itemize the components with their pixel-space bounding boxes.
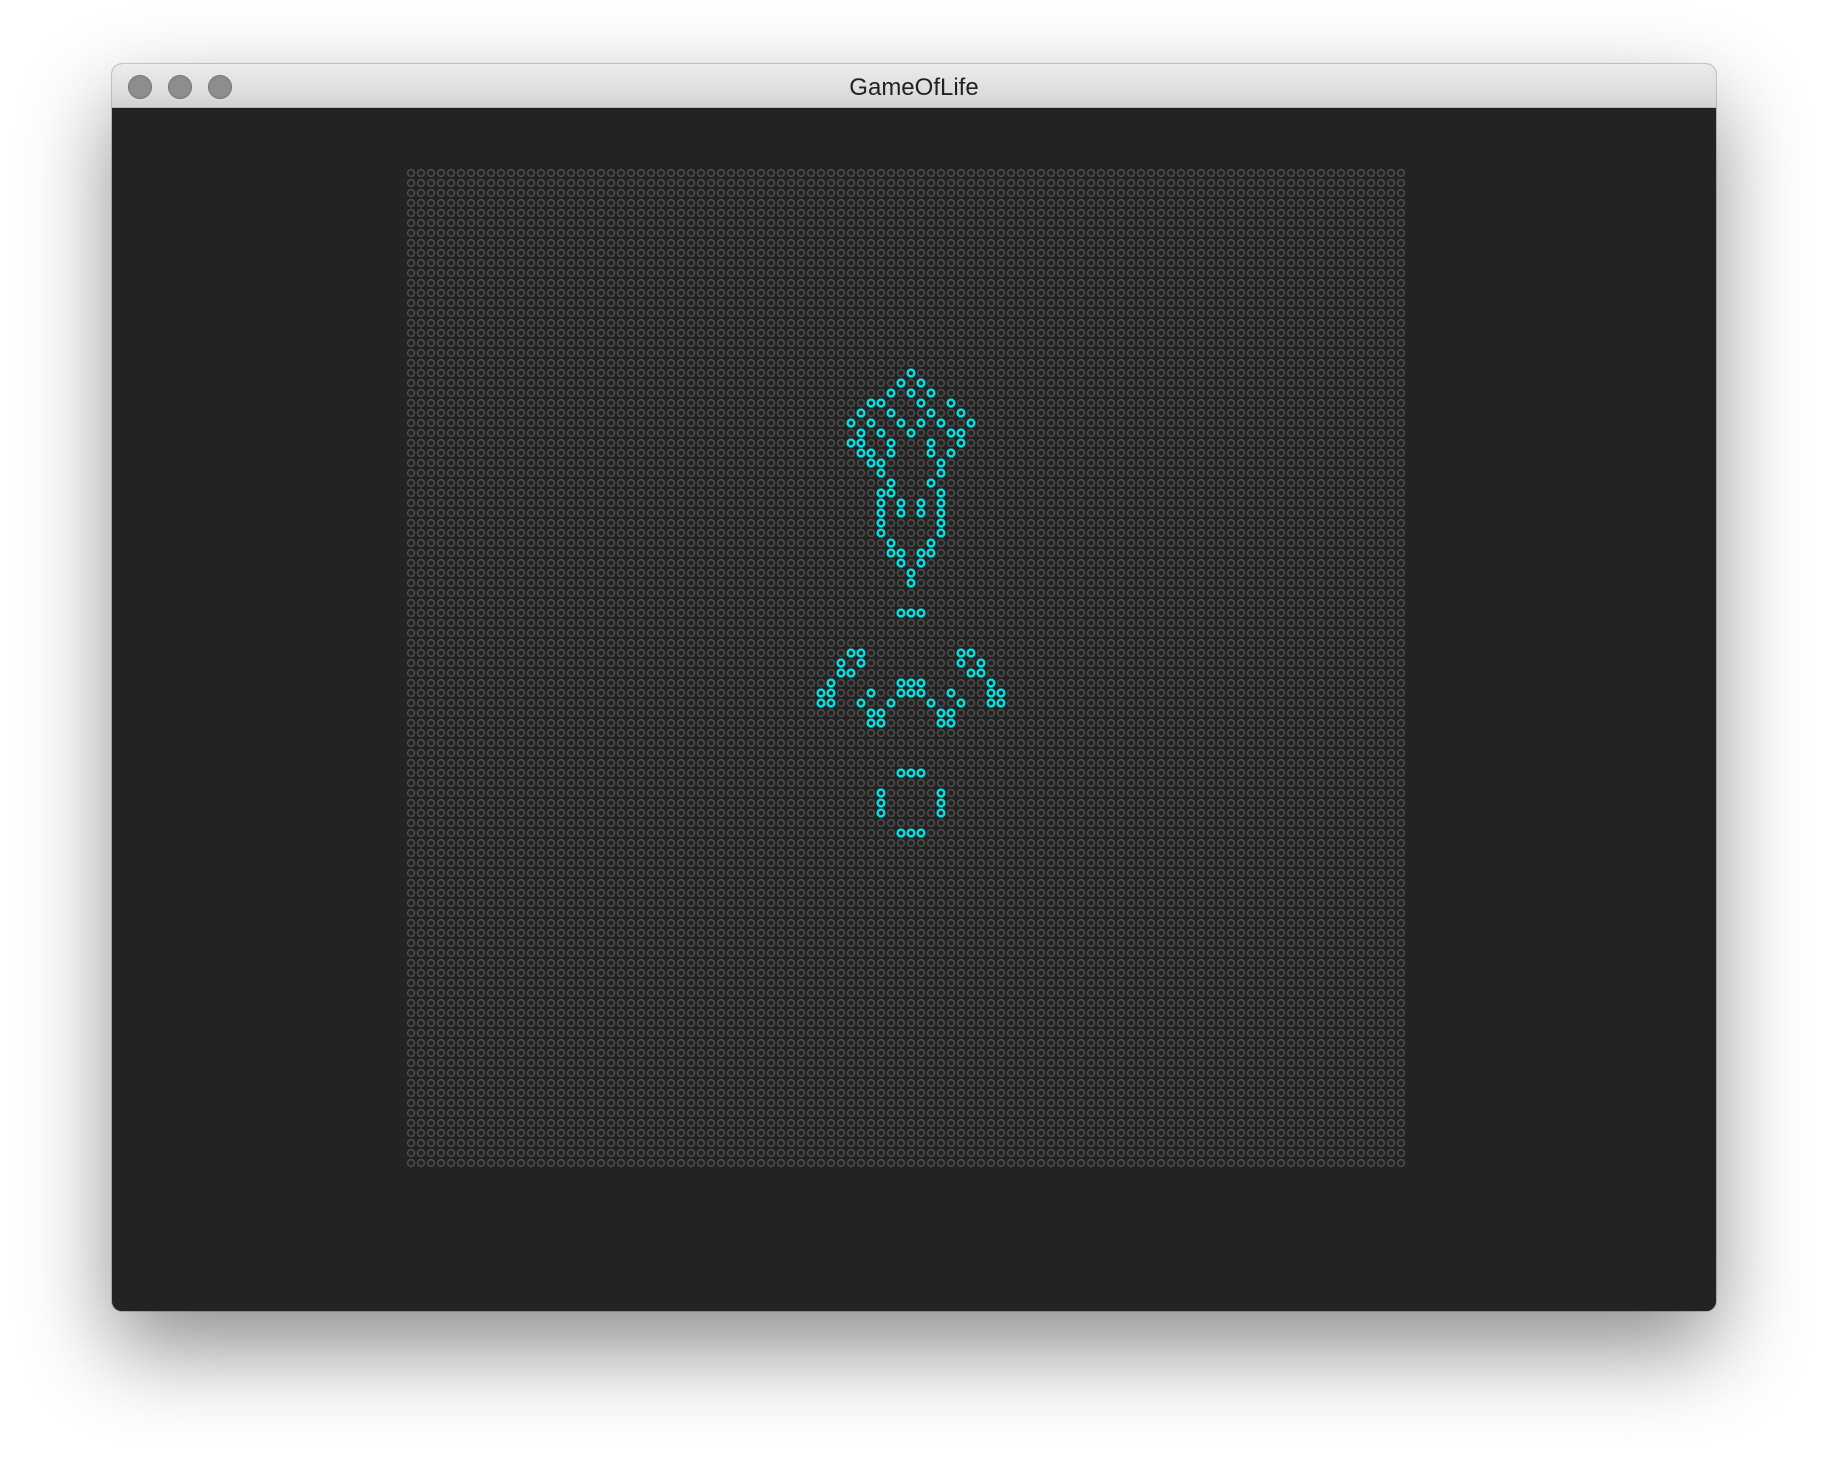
life-grid[interactable]: [405, 167, 1407, 1169]
title-bar[interactable]: GameOfLife: [112, 64, 1716, 108]
window-title: GameOfLife: [849, 74, 979, 101]
dead-cells[interactable]: [406, 168, 1406, 1168]
app-window: GameOfLife: [112, 64, 1716, 1311]
window-content: [112, 108, 1716, 1311]
